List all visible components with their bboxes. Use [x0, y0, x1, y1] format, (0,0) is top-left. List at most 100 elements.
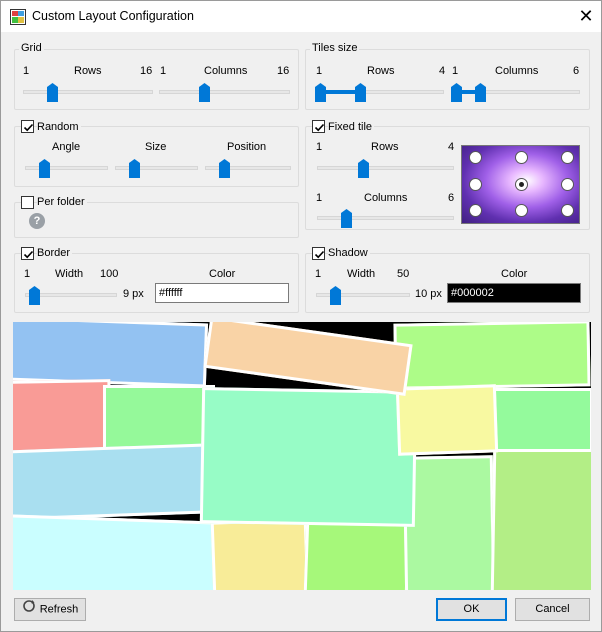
preview-tile: [491, 388, 591, 452]
shadow-width-slider-thumb[interactable]: [330, 286, 341, 305]
anchor-bottom-left[interactable]: [469, 204, 482, 217]
preview-tile: [395, 384, 499, 456]
cancel-button[interactable]: Cancel: [515, 598, 590, 621]
random-label: Random: [37, 121, 81, 133]
fixed-rows-min: 1: [316, 141, 323, 153]
grid-rows-max: 16: [140, 65, 153, 77]
random-group: [14, 126, 299, 187]
fixed-columns-slider-track[interactable]: [317, 216, 454, 220]
grid-group-title: Grid: [19, 42, 44, 54]
shadow-checkbox[interactable]: [312, 247, 325, 260]
anchor-bottom-center[interactable]: [515, 204, 528, 217]
title-bar: Custom Layout Configuration ✕: [1, 1, 601, 32]
refresh-icon: [22, 599, 36, 621]
window-title: Custom Layout Configuration: [32, 9, 194, 23]
border-width-slider-thumb[interactable]: [29, 286, 40, 305]
tiles-rows-label: Rows: [367, 65, 395, 77]
refresh-button-label: Refresh: [39, 603, 79, 616]
question-mark-icon[interactable]: ?: [29, 213, 45, 229]
border-color-label: Color: [209, 268, 236, 280]
grid-columns-slider-track[interactable]: [159, 90, 290, 94]
border-width-max: 100: [100, 268, 119, 280]
tiles-columns-min: 1: [452, 65, 459, 77]
random-position-label: Position: [227, 141, 267, 153]
tiles-columns-high-thumb[interactable]: [475, 83, 486, 102]
anchor-position-picker[interactable]: [461, 145, 580, 224]
preview-tile: [303, 516, 411, 590]
tiles-rows-low-thumb[interactable]: [315, 83, 326, 102]
size-slider-track[interactable]: [115, 166, 198, 170]
shadow-color-field[interactable]: #000002: [447, 283, 581, 303]
anchor-bottom-right[interactable]: [561, 204, 574, 217]
tiles-rows-high-thumb[interactable]: [355, 83, 366, 102]
grid-columns-min: 1: [160, 65, 167, 77]
preview-tile: [199, 387, 418, 527]
position-slider-thumb[interactable]: [219, 159, 230, 178]
preview-tile: [203, 322, 413, 396]
fixed-columns-label: Columns: [364, 192, 408, 204]
grid-columns-max: 16: [277, 65, 290, 77]
dialog-window: Custom Layout Configuration ✕ Grid 1 Row…: [0, 0, 602, 632]
tiles-size-group-title: Tiles size: [310, 42, 360, 54]
fixed-rows-slider-track[interactable]: [317, 166, 454, 170]
fixed-columns-slider-thumb[interactable]: [341, 209, 352, 228]
border-color-field[interactable]: #ffffff: [155, 283, 289, 303]
preview-tile: [13, 322, 209, 388]
per-folder-checkbox[interactable]: [21, 196, 34, 209]
grid-rows-slider-track[interactable]: [23, 90, 153, 94]
preview-tile: [13, 379, 112, 457]
anchor-center-selected[interactable]: [515, 178, 528, 191]
preview-tile: [402, 455, 496, 590]
app-icon: [10, 9, 26, 25]
position-slider-track[interactable]: [205, 166, 291, 170]
tiles-columns-low-thumb[interactable]: [451, 83, 462, 102]
grid-columns-label: Columns: [204, 65, 248, 77]
anchor-top-center[interactable]: [515, 151, 528, 164]
fixed-rows-max: 4: [448, 141, 455, 153]
angle-slider-thumb[interactable]: [39, 159, 50, 178]
size-slider-thumb[interactable]: [129, 159, 140, 178]
ok-button[interactable]: OK: [436, 598, 507, 621]
preview-tile: [13, 443, 209, 521]
shadow-label: Shadow: [328, 247, 370, 259]
tiles-columns-max: 6: [573, 65, 580, 77]
shadow-width-value: 10 px: [415, 288, 442, 300]
layout-preview: [13, 322, 591, 590]
angle-slider-track[interactable]: [25, 166, 108, 170]
tiles-rows-range-fill: [320, 90, 360, 94]
grid-rows-label: Rows: [74, 65, 102, 77]
shadow-color-label: Color: [501, 268, 528, 280]
anchor-top-left[interactable]: [469, 151, 482, 164]
tiles-rows-max: 4: [439, 65, 446, 77]
tiles-rows-min: 1: [316, 65, 323, 77]
anchor-middle-left[interactable]: [469, 178, 482, 191]
preview-tile: [393, 322, 591, 390]
fixed-rows-slider-thumb[interactable]: [358, 159, 369, 178]
tiles-size-group: Tiles size: [305, 42, 590, 110]
grid-rows-slider-thumb[interactable]: [47, 83, 58, 102]
per-folder-label: Per folder: [37, 196, 87, 208]
random-angle-label: Angle: [52, 141, 81, 153]
border-width-min: 1: [24, 268, 31, 280]
close-icon[interactable]: ✕: [575, 6, 597, 26]
preview-tile: [210, 518, 310, 590]
anchor-middle-right[interactable]: [561, 178, 574, 191]
fixed-columns-max: 6: [448, 192, 455, 204]
fixed-columns-min: 1: [316, 192, 323, 204]
grid-rows-min: 1: [23, 65, 30, 77]
fixed-tile-checkbox[interactable]: [312, 120, 325, 133]
refresh-button[interactable]: Refresh: [14, 598, 86, 621]
preview-tile: [13, 514, 221, 590]
grid-columns-slider-thumb[interactable]: [199, 83, 210, 102]
anchor-top-right[interactable]: [561, 151, 574, 164]
shadow-width-min: 1: [315, 268, 322, 280]
border-checkbox[interactable]: [21, 247, 34, 260]
random-checkbox[interactable]: [21, 120, 34, 133]
border-width-label: Width: [55, 268, 84, 280]
random-size-label: Size: [145, 141, 167, 153]
preview-tile: [490, 447, 591, 590]
shadow-width-label: Width: [347, 268, 376, 280]
tiles-columns-label: Columns: [495, 65, 539, 77]
fixed-rows-label: Rows: [371, 141, 399, 153]
shadow-width-max: 50: [397, 268, 410, 280]
